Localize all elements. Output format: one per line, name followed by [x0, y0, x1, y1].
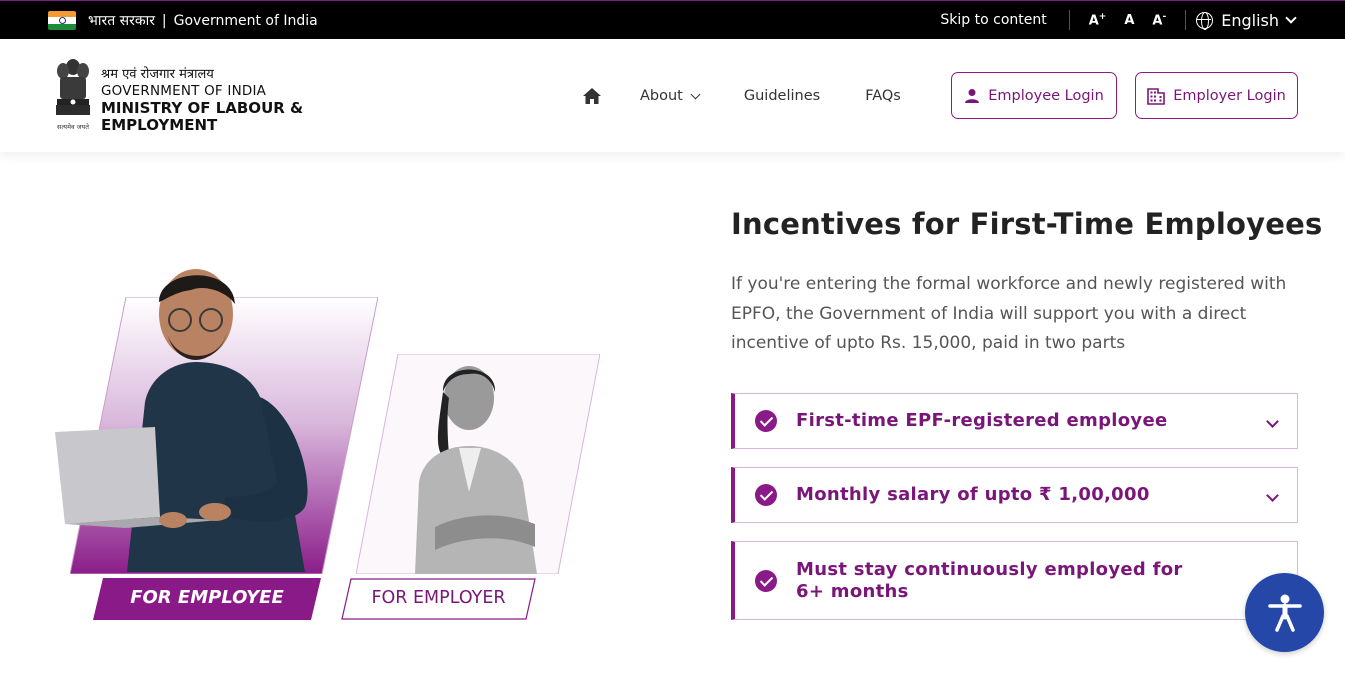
nav-about-label: About — [640, 88, 683, 104]
site-header: सत्यमेव जयते श्रम एवं रोजगार मंत्रालय GO… — [0, 39, 1345, 152]
ministry-hindi: श्रम एवं रोजगार मंत्रालय — [101, 67, 214, 82]
criteria-accordion-item[interactable]: First-time EPF-registered employee — [731, 393, 1298, 449]
chevron-down-icon — [1285, 11, 1297, 24]
nav-faqs[interactable]: FAQs — [865, 88, 901, 104]
skip-to-content-link[interactable]: Skip to content — [940, 12, 1046, 28]
font-increase-button[interactable]: A+ — [1089, 12, 1107, 28]
ministry-goi: GOVERNMENT OF INDIA — [101, 83, 267, 99]
language-selector[interactable]: English — [1196, 10, 1297, 30]
ministry-title-line1: MINISTRY OF LABOUR & — [101, 99, 304, 117]
chevron-down-icon — [690, 89, 701, 99]
employee-login-label: Employee Login — [988, 87, 1104, 104]
for-employer-tab-label: FOR EMPLOYER — [371, 588, 506, 608]
employer-login-label: Employer Login — [1173, 87, 1286, 104]
gov-identity: भारत सरकार | Government of India — [48, 11, 318, 30]
employee-photo — [55, 269, 308, 572]
gov-separator: | — [161, 12, 167, 29]
criteria-label: Must stay continuously employed for 6+ m… — [796, 558, 1183, 602]
globe-icon — [1196, 11, 1214, 30]
chevron-down-icon[interactable] — [1266, 414, 1279, 428]
accessibility-icon — [1267, 594, 1302, 632]
check-circle-icon — [755, 410, 777, 432]
hero-description: If you're entering the formal workforce … — [731, 274, 1287, 353]
building-icon — [1147, 87, 1166, 105]
gov-topbar: भारत सरकार | Government of India Skip to… — [0, 0, 1345, 39]
font-decrease-button[interactable]: A- — [1152, 12, 1166, 28]
nav-about[interactable]: About — [640, 88, 701, 104]
criteria-accordion-item[interactable]: Must stay continuously employed for 6+ m… — [731, 541, 1298, 620]
emblem-motto: सत्यमेव जयते — [57, 123, 89, 131]
nav-guidelines[interactable]: Guidelines — [744, 88, 820, 104]
national-emblem-logo[interactable]: सत्यमेव जयते — [52, 57, 94, 133]
for-employee-tab-label: FOR EMPLOYEE — [130, 587, 284, 608]
gov-english-label: Government of India — [173, 12, 318, 29]
divider — [1068, 10, 1070, 30]
user-icon — [965, 88, 980, 103]
accessibility-button[interactable] — [1245, 573, 1324, 652]
check-circle-icon — [755, 484, 777, 506]
topbar-utilities: Skip to content A+ A A- English — [940, 10, 1297, 30]
india-flag-icon — [48, 11, 76, 30]
criteria-label: First-time EPF-registered employee — [796, 410, 1168, 431]
main-nav: About Guidelines FAQs — [582, 87, 946, 105]
font-normal-button[interactable]: A — [1124, 13, 1134, 28]
home-icon[interactable] — [582, 87, 602, 105]
language-label: English — [1221, 10, 1279, 30]
employee-login-button[interactable]: Employee Login — [951, 72, 1117, 119]
ministry-title-line2: EMPLOYMENT — [101, 116, 218, 134]
employer-login-button[interactable]: Employer Login — [1135, 72, 1298, 119]
gov-hindi-label: भारत सरकार — [88, 13, 155, 29]
hero-title: Incentives for First-Time Employees — [731, 207, 1323, 241]
criteria-accordion-item[interactable]: Monthly salary of upto ₹ 1,00,000 — [731, 467, 1298, 523]
chevron-down-icon[interactable] — [1266, 488, 1279, 502]
employer-photo — [415, 366, 537, 574]
check-circle-icon — [755, 569, 777, 592]
ministry-name[interactable]: श्रम एवं रोजगार मंत्रालय GOVERNMENT OF I… — [101, 66, 303, 134]
divider — [1185, 10, 1187, 30]
criteria-label: Monthly salary of upto ₹ 1,00,000 — [796, 484, 1150, 505]
